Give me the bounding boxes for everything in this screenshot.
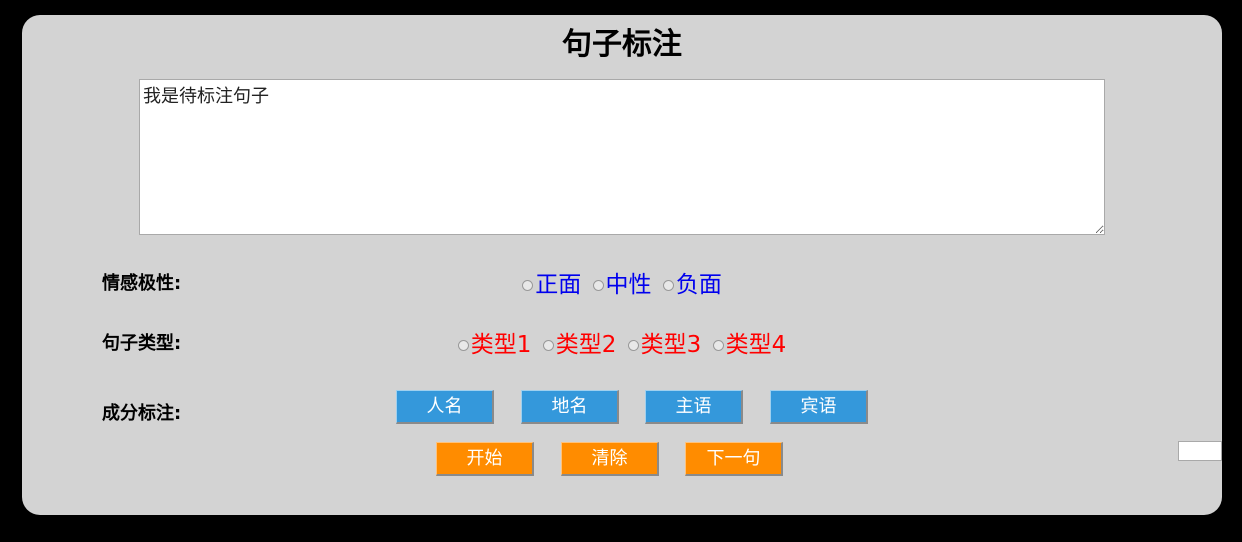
- radio-label: 正面: [535, 271, 582, 298]
- place-name-button[interactable]: 地名: [521, 390, 619, 424]
- start-button[interactable]: 开始: [436, 442, 534, 476]
- clear-button[interactable]: 清除: [561, 442, 659, 476]
- radio-button[interactable]: [522, 280, 534, 291]
- sentiment-option-positive[interactable]: 正面: [522, 270, 581, 300]
- radio-button[interactable]: [662, 280, 674, 291]
- annotation-panel: 句子标注 我是待标注句子 情感极性: 正面 中性 负面 句子类型: 类型1 类型…: [22, 15, 1222, 515]
- radio-label: 类型1: [470, 331, 532, 358]
- radio-button[interactable]: [712, 340, 724, 351]
- object-button[interactable]: 宾语: [770, 390, 868, 424]
- sentence-type-radio-group: 类型1 类型2 类型3 类型4: [22, 329, 1222, 360]
- sentiment-option-negative[interactable]: 负面: [662, 270, 722, 300]
- radio-button[interactable]: [592, 280, 604, 291]
- sentence-type-option-3[interactable]: 类型3: [627, 330, 702, 360]
- radio-label: 类型2: [555, 331, 617, 358]
- radio-button[interactable]: [627, 340, 639, 351]
- sentence-textarea[interactable]: 我是待标注句子: [139, 79, 1105, 235]
- radio-button[interactable]: [457, 340, 469, 351]
- radio-label: 负面: [675, 271, 722, 298]
- sentence-type-option-1[interactable]: 类型1: [457, 330, 532, 360]
- subject-button[interactable]: 主语: [645, 390, 743, 424]
- side-text-input[interactable]: [1178, 441, 1222, 461]
- radio-label: 类型4: [725, 331, 787, 358]
- sentence-type-option-4[interactable]: 类型4: [712, 330, 787, 360]
- sentiment-option-neutral[interactable]: 中性: [592, 270, 652, 300]
- next-sentence-button[interactable]: 下一句: [685, 442, 783, 476]
- sentiment-radio-group: 正面 中性 负面: [22, 269, 1222, 300]
- component-label: 成分标注:: [102, 403, 182, 424]
- sentence-type-option-2[interactable]: 类型2: [542, 330, 617, 360]
- page-title: 句子标注: [562, 27, 682, 62]
- radio-label: 类型3: [640, 331, 702, 358]
- person-name-button[interactable]: 人名: [396, 390, 494, 424]
- radio-label: 中性: [605, 271, 652, 298]
- radio-button[interactable]: [542, 340, 554, 351]
